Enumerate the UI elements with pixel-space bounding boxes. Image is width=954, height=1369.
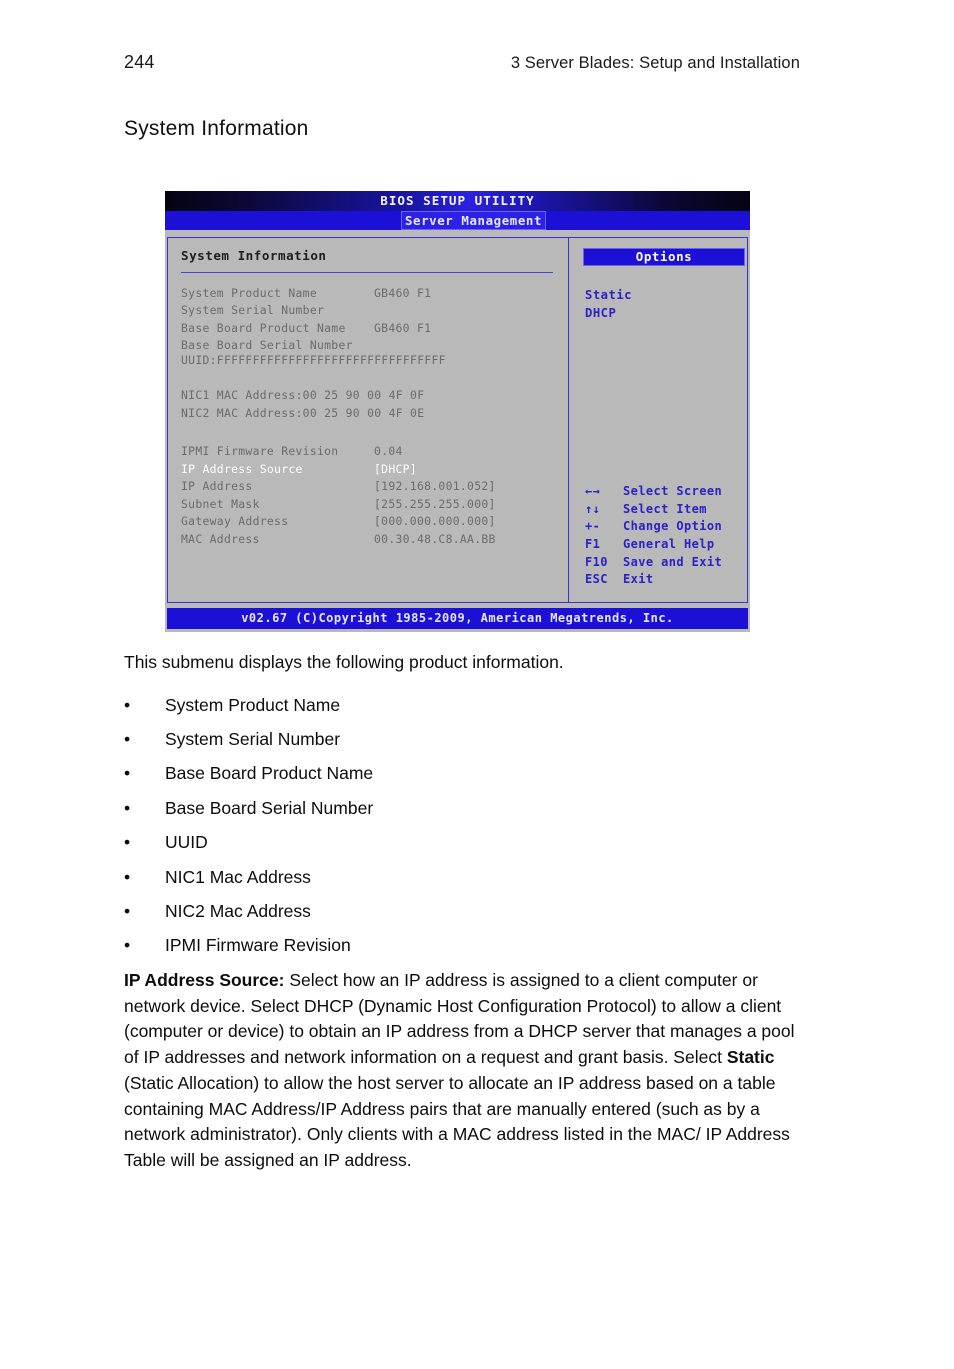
field-value: [192.168.001.052]	[374, 479, 496, 494]
bullet-icon: •	[124, 694, 131, 715]
page-number: 244	[124, 52, 155, 72]
field-value: 0.04	[374, 444, 403, 459]
list-item-label: Base Board Serial Number	[165, 797, 374, 818]
list-item-label: UUID	[165, 832, 208, 853]
field-label: Base Board Product Name	[181, 320, 346, 335]
definition-body-part-2: (Static Allocation) to allow the host se…	[124, 1072, 790, 1170]
key-legend-row: ESC Exit	[585, 570, 722, 588]
list-item-label: IPMI Firmware Revision	[165, 935, 351, 956]
list-item-label: Base Board Product Name	[165, 763, 374, 784]
definition-emphasis: Static	[726, 1047, 775, 1068]
key-legend-row: F10 Save and Exit	[585, 553, 722, 571]
list-item: • IPMI Firmware Revision	[124, 929, 764, 963]
options-pane: Options Static DHCP ←→ Select Screen ↑↓ …	[569, 238, 747, 602]
field-value: GB460 F1	[374, 320, 432, 335]
field-label: IP Address	[181, 479, 253, 494]
key-glyph: +-	[585, 519, 601, 534]
field-label: Subnet Mask	[181, 496, 260, 511]
field-value: GB460 F1	[374, 285, 432, 300]
option-static[interactable]: Static	[585, 287, 747, 305]
bullet-icon: •	[124, 901, 131, 922]
bios-row-mac-address: MAC Address 00.30.48.C8.AA.BB	[181, 531, 568, 549]
list-item: • System Product Name	[124, 688, 764, 722]
field-label: IPMI Firmware Revision	[181, 444, 339, 459]
bullet-list: • System Product Name • System Serial Nu…	[124, 688, 764, 963]
field-value: [255.255.255.000]	[374, 496, 496, 511]
field-value: [000.000.000.000]	[374, 514, 496, 529]
bios-footer: v02.67 (C)Copyright 1985-2009, American …	[167, 608, 748, 629]
list-item-label: NIC1 Mac Address	[165, 866, 311, 887]
key-glyph: ←→	[585, 484, 601, 499]
bios-row-ip-address[interactable]: IP Address [192.168.001.052]	[181, 478, 568, 496]
list-item-label: NIC2 Mac Address	[165, 901, 311, 922]
row-spacer	[181, 425, 568, 443]
ip-address-source-description: IP Address Source: Select how an IP addr…	[124, 968, 807, 1174]
bullet-icon: •	[124, 832, 131, 853]
field-label: System Serial Number	[181, 303, 325, 318]
bullet-icon: •	[124, 729, 131, 750]
key-description: Select Screen	[623, 484, 723, 499]
key-description: Select Item	[623, 501, 707, 516]
key-description: General Help	[623, 537, 715, 552]
key-description: Save and Exit	[623, 554, 723, 569]
bios-bar-gap	[165, 230, 750, 237]
option-dhcp[interactable]: DHCP	[585, 305, 747, 323]
list-item: • Base Board Serial Number	[124, 791, 764, 825]
bios-row-gateway-address[interactable]: Gateway Address [000.000.000.000]	[181, 513, 568, 531]
key-description: Change Option	[623, 519, 723, 534]
definition-term: IP Address Source:	[124, 970, 285, 990]
field-label: MAC Address	[181, 532, 260, 546]
field-label: System Product Name	[181, 285, 317, 300]
running-head: 3 Server Blades: Setup and Installation	[510, 54, 800, 72]
list-item-label: System Serial Number	[165, 729, 341, 750]
bios-row-ip-address-source[interactable]: IP Address Source [DHCP]	[181, 461, 568, 479]
heading-rule	[181, 271, 553, 273]
bios-menu-bar: Server Management	[165, 211, 750, 230]
field-label: Base Board Serial Number	[181, 338, 353, 353]
bios-row-subnet-mask[interactable]: Subnet Mask [255.255.255.000]	[181, 496, 568, 514]
intro-paragraph: This submenu displays the following prod…	[124, 652, 564, 672]
key-legend-row: ←→ Select Screen	[585, 482, 722, 500]
list-item: • System Serial Number	[124, 722, 764, 756]
bios-screenshot-figure: BIOS SETUP UTILITY Server Management Sys…	[165, 191, 750, 632]
key-glyph: ESC	[585, 572, 608, 587]
field-label: Gateway Address	[181, 514, 289, 529]
uuid-row: UUID:FFFFFFFFFFFFFFFFFFFFFFFFFFFFFFFF	[181, 352, 446, 367]
key-legend-row: +- Change Option	[585, 518, 722, 536]
bios-row-ipmi-firmware-revision: IPMI Firmware Revision 0.04	[181, 443, 568, 461]
bios-title: BIOS SETUP UTILITY	[380, 193, 535, 208]
list-item: • UUID	[124, 826, 764, 860]
panel-heading: System Information	[181, 248, 327, 263]
list-item: • NIC1 Mac Address	[124, 860, 764, 894]
list-item: • Base Board Product Name	[124, 757, 764, 791]
key-legend-row: F1 General Help	[585, 535, 722, 553]
key-glyph: F1	[585, 537, 601, 552]
bullet-icon: •	[124, 797, 131, 818]
bios-row: System Product Name GB460 F1	[181, 285, 568, 303]
field-label: IP Address Source	[181, 461, 303, 476]
key-legend: ←→ Select Screen ↑↓ Select Item +- Chang…	[585, 482, 722, 588]
key-glyph: ↑↓	[585, 501, 601, 516]
key-glyph: F10	[585, 554, 608, 569]
bios-title-bar: BIOS SETUP UTILITY	[165, 191, 750, 211]
bullet-icon: •	[124, 866, 131, 887]
bullet-icon: •	[124, 935, 131, 956]
nic2-mac-row: NIC2 MAC Address:00 25 90 00 4F 0E	[181, 405, 425, 420]
system-information-pane: System Information System Product Name G…	[168, 238, 568, 602]
list-item: • NIC2 Mac Address	[124, 894, 764, 928]
bios-row: Base Board Product Name GB460 F1	[181, 320, 568, 338]
key-legend-row: ↑↓ Select Item	[585, 500, 722, 518]
field-value: [DHCP]	[374, 461, 417, 476]
options-header: Options	[583, 248, 745, 266]
page-header: 244 3 Server Blades: Setup and Installat…	[124, 52, 800, 73]
bios-body: System Information System Product Name G…	[167, 237, 748, 603]
bullet-icon: •	[124, 763, 131, 784]
field-value: 00.30.48.C8.AA.BB	[374, 532, 496, 546]
list-item-label: System Product Name	[165, 694, 341, 715]
bios-row: System Serial Number	[181, 302, 568, 320]
page-title: System Information	[124, 117, 309, 140]
options-list: Static DHCP	[585, 287, 747, 322]
tab-server-management[interactable]: Server Management	[401, 211, 547, 230]
key-description: Exit	[623, 572, 654, 587]
